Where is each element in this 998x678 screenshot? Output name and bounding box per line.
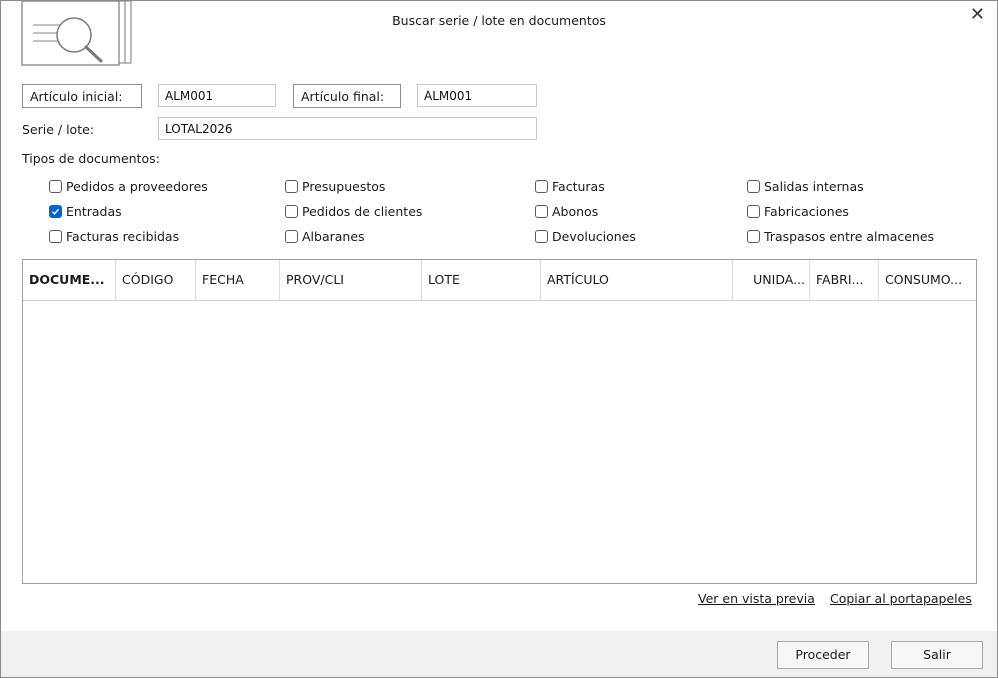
grid-header: DOCUME... CÓDIGO FECHA PROV/CLI LOTE ART… bbox=[23, 260, 976, 301]
checkbox-label: Pedidos de clientes bbox=[302, 203, 423, 219]
cb-facturas[interactable]: Facturas bbox=[535, 177, 605, 195]
cb-traspasos-almacenes[interactable]: Traspasos entre almacenes bbox=[747, 227, 934, 245]
checkbox-label: Fabricaciones bbox=[764, 203, 849, 219]
cb-pedidos-proveedores[interactable]: Pedidos a proveedores bbox=[49, 177, 208, 195]
serie-lote-input[interactable] bbox=[158, 117, 537, 140]
cb-presupuestos[interactable]: Presupuestos bbox=[285, 177, 385, 195]
articulo-inicial-input[interactable] bbox=[158, 84, 276, 107]
checkbox-box[interactable] bbox=[285, 179, 298, 193]
column-consumo[interactable]: CONSUMO... bbox=[879, 260, 976, 300]
checkbox-box[interactable] bbox=[49, 229, 62, 243]
document-search-icon bbox=[21, 1, 132, 66]
checkbox-box[interactable] bbox=[535, 179, 548, 193]
articulo-inicial-label[interactable]: Artículo inicial: bbox=[22, 84, 142, 108]
checkbox-box[interactable] bbox=[49, 179, 62, 193]
cb-devoluciones[interactable]: Devoluciones bbox=[535, 227, 636, 245]
checkbox-box[interactable] bbox=[747, 179, 760, 193]
checkbox-box[interactable] bbox=[535, 204, 548, 218]
exit-button[interactable]: Salir bbox=[891, 641, 983, 669]
checkbox-box[interactable] bbox=[535, 229, 548, 243]
cb-abonos[interactable]: Abonos bbox=[535, 202, 598, 220]
articulo-final-label[interactable]: Artículo final: bbox=[293, 84, 401, 108]
column-unidades[interactable]: UNIDA... bbox=[733, 260, 810, 300]
checkbox-label: Presupuestos bbox=[302, 178, 386, 194]
checkbox-label: Entradas bbox=[66, 203, 122, 219]
checkbox-label: Pedidos a proveedores bbox=[66, 178, 208, 194]
column-fabricacion[interactable]: FABRI... bbox=[810, 260, 879, 300]
cb-salidas-internas[interactable]: Salidas internas bbox=[747, 177, 864, 195]
column-documento[interactable]: DOCUME... bbox=[23, 260, 116, 300]
cb-fabricaciones[interactable]: Fabricaciones bbox=[747, 202, 849, 220]
cb-pedidos-clientes[interactable]: Pedidos de clientes bbox=[285, 202, 422, 220]
cb-albaranes[interactable]: Albaranes bbox=[285, 227, 365, 245]
cb-entradas[interactable]: Entradas bbox=[49, 202, 122, 220]
proceed-button[interactable]: Proceder bbox=[777, 641, 869, 669]
checkbox-label: Facturas bbox=[552, 178, 605, 194]
checkbox-box[interactable] bbox=[49, 204, 62, 218]
column-fecha[interactable]: FECHA bbox=[196, 260, 280, 300]
tipos-documentos-label: Tipos de documentos: bbox=[22, 151, 160, 166]
column-articulo[interactable]: ARTÍCULO bbox=[541, 260, 733, 300]
checkbox-label: Traspasos entre almacenes bbox=[764, 228, 935, 244]
checkbox-label: Albaranes bbox=[302, 228, 365, 244]
results-grid[interactable]: DOCUME... CÓDIGO FECHA PROV/CLI LOTE ART… bbox=[22, 259, 977, 584]
checkbox-label: Devoluciones bbox=[552, 228, 636, 244]
cb-facturas-recibidas[interactable]: Facturas recibidas bbox=[49, 227, 179, 245]
checkbox-label: Abonos bbox=[552, 203, 599, 219]
checkbox-box[interactable] bbox=[285, 229, 298, 243]
articulo-final-input[interactable] bbox=[417, 84, 537, 107]
column-prov-cli[interactable]: PROV/CLI bbox=[280, 260, 422, 300]
checkbox-label: Facturas recibidas bbox=[66, 228, 180, 244]
checkbox-box[interactable] bbox=[285, 204, 298, 218]
checkmark-icon bbox=[52, 208, 60, 215]
dialog-title: Buscar serie / lote en documentos bbox=[392, 13, 606, 28]
copy-clipboard-link[interactable]: Copiar al portapapeles bbox=[830, 591, 972, 606]
checkbox-box[interactable] bbox=[747, 229, 760, 243]
column-lote[interactable]: LOTE bbox=[422, 260, 541, 300]
checkbox-box[interactable] bbox=[747, 204, 760, 218]
serie-lote-label: Serie / lote: bbox=[22, 122, 95, 137]
preview-link[interactable]: Ver en vista previa bbox=[698, 591, 815, 606]
checkbox-label: Salidas internas bbox=[764, 178, 864, 194]
column-codigo[interactable]: CÓDIGO bbox=[116, 260, 196, 300]
search-lot-dialog: Buscar serie / lote en documentos ✕ Artí… bbox=[0, 0, 998, 678]
close-icon[interactable]: ✕ bbox=[970, 5, 985, 25]
